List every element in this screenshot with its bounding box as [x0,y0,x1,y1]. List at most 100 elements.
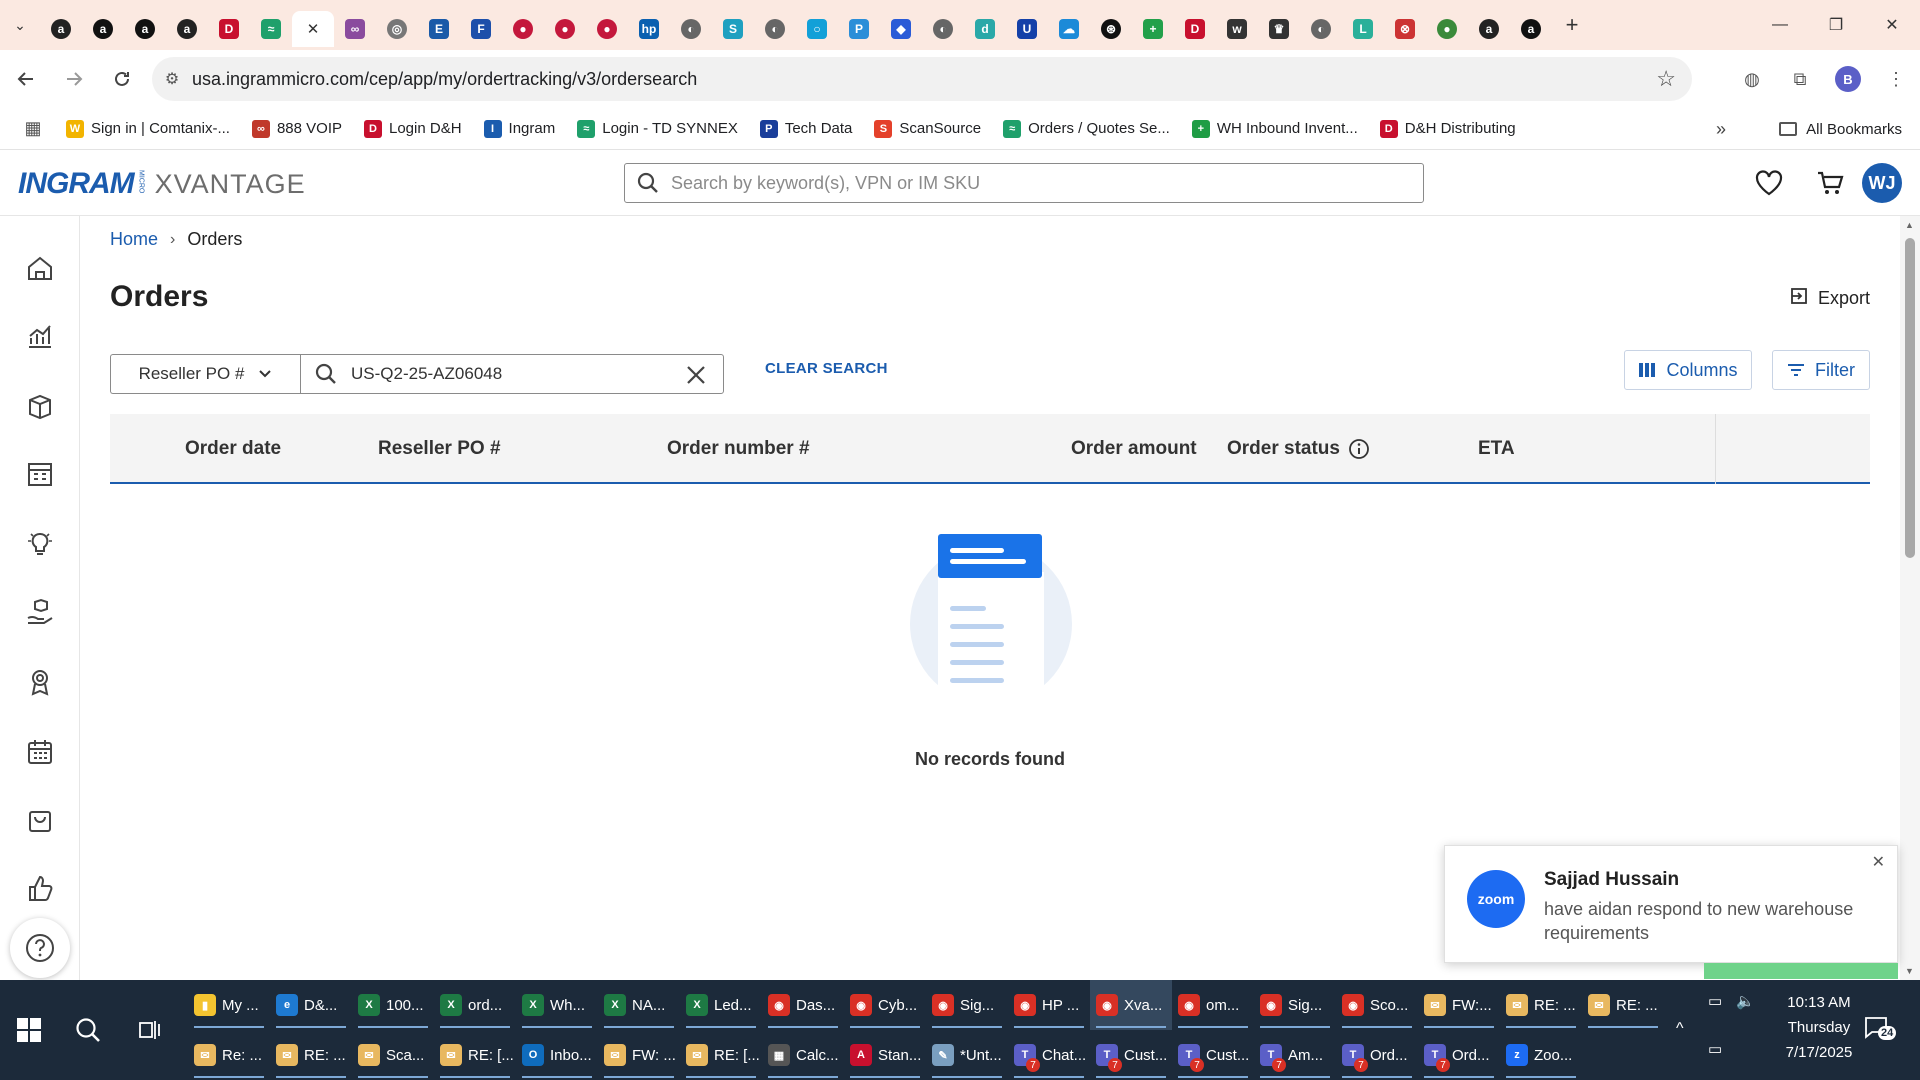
action-center-icon[interactable]: 24 [1864,1016,1904,1046]
po-search-input[interactable]: US-Q2-25-AZ06048 [300,354,724,394]
bookmark-item[interactable]: P Tech Data [759,119,852,138]
taskbar-app[interactable]: X Led... [680,980,762,1030]
insights-lightbulb-icon[interactable] [20,524,60,564]
taskbar-app[interactable]: z Zoo... [1500,1030,1582,1080]
shopping-bag-icon[interactable] [20,800,60,840]
browser-tab[interactable]: S [712,11,754,47]
bookmark-item[interactable]: + WH Inbound Invent... [1191,119,1358,138]
help-question-icon[interactable] [10,918,70,978]
browser-tab[interactable]: F [460,11,502,47]
windows-start-icon[interactable] [0,980,58,1080]
browser-tab[interactable]: ≈ [250,11,292,47]
browser-tab[interactable]: a [1468,11,1510,47]
bookmark-item[interactable]: ∞ 888 VOIP [251,119,342,138]
battery-icon[interactable]: ▭ [1708,992,1722,1010]
products-box-icon[interactable] [20,386,60,426]
taskbar-app[interactable]: ▮ My ... [188,980,270,1030]
taskbar-app[interactable]: ◉ Sig... [926,980,1008,1030]
browser-tab[interactable]: a [166,11,208,47]
browser-tab[interactable]: + [1132,11,1174,47]
zoom-chat-notification[interactable]: zoom Sajjad Hussain have aidan respond t… [1444,845,1898,963]
browser-tab[interactable]: D [1174,11,1216,47]
calendar-icon[interactable] [20,732,60,772]
browser-tab[interactable]: a [82,11,124,47]
browser-tab[interactable]: E [418,11,460,47]
taskbar-app[interactable]: ✉ RE: [... [434,1030,516,1080]
browser-tab[interactable]: a [124,11,166,47]
bookmark-item[interactable]: D D&H Distributing [1379,119,1516,138]
translate-globe-icon[interactable]: ◍ [1728,69,1776,90]
taskbar-app[interactable]: A Stan... [844,1030,926,1080]
export-button[interactable]: Export [1790,287,1870,310]
analytics-chart-icon[interactable] [20,316,60,356]
taskbar-app[interactable]: ◉ HP ... [1008,980,1090,1030]
browser-tab[interactable]: ◎ [376,11,418,47]
taskbar-app[interactable]: ✉ Re: ... [188,1030,270,1080]
taskbar-app[interactable]: T Cust... 7 [1090,1030,1172,1080]
address-bar[interactable]: ⚙ usa.ingrammicro.com/cep/app/my/ordertr… [152,57,1692,101]
show-hidden-icons-chevron-icon[interactable]: ^ [1676,1020,1684,1038]
taskbar-app[interactable]: X 100... [352,980,434,1030]
browser-tab[interactable]: ◐ [670,11,712,47]
browser-tab[interactable]: d [964,11,1006,47]
browser-tab[interactable]: ● [544,11,586,47]
taskbar-app[interactable]: ✉ RE: ... [1500,980,1582,1030]
new-tab-plus-icon[interactable]: + [1552,0,1592,50]
browser-tab[interactable]: a [1510,11,1552,47]
vendor-badge-icon[interactable] [20,662,60,702]
task-view-icon[interactable] [128,980,172,1080]
taskbar-app[interactable]: ✉ FW: ... [598,1030,680,1080]
browser-tab[interactable]: ⊛ [1090,11,1132,47]
bookmark-item[interactable]: ≈ Login - TD SYNNEX [577,119,738,138]
browser-tab[interactable]: a [40,11,82,47]
browser-tab[interactable]: ○ [796,11,838,47]
bookmark-item[interactable]: I Ingram [483,119,555,138]
browser-tab[interactable]: ● [1426,11,1468,47]
taskbar-app[interactable]: ✉ RE: [... [680,1030,762,1080]
page-scrollbar[interactable]: ▲ ▼ [1900,216,1920,980]
taskbar-app[interactable]: X Wh... [516,980,598,1030]
taskbar-app[interactable]: ◉ Cyb... [844,980,926,1030]
column-header-reseller-po[interactable]: Reseller PO # [378,438,501,460]
warehouse-building-icon[interactable] [20,454,60,494]
profile-avatar[interactable]: B [1835,66,1861,92]
taskbar-app[interactable]: ◉ Sco... [1336,980,1418,1030]
taskbar-app[interactable]: T Chat... 7 [1008,1030,1090,1080]
browser-tab[interactable]: ◐ [1300,11,1342,47]
browser-tab[interactable]: L [1342,11,1384,47]
breadcrumb-home-link[interactable]: Home [110,229,158,250]
clear-input-x-icon[interactable] [685,364,707,391]
restore-icon[interactable]: ❐ [1808,0,1864,50]
bookmark-item[interactable]: W Sign in | Comtanix-... [66,119,230,138]
clear-search-link[interactable]: CLEAR SEARCH [765,360,888,377]
browser-tab[interactable]: ◆ [880,11,922,47]
extensions-puzzle-icon[interactable]: ⧉ [1776,69,1824,90]
taskbar-app[interactable]: ◉ Xva... [1090,980,1172,1030]
forward-arrow-icon[interactable] [52,57,96,101]
apps-grid-icon[interactable]: ▦ [0,118,66,139]
browser-tab[interactable]: ● [586,11,628,47]
bookmark-item[interactable]: ≈ Orders / Quotes Se... [1003,119,1170,138]
taskbar-app[interactable]: ✎ *Unt... [926,1030,1008,1080]
browser-tab[interactable]: ✕ [292,11,334,47]
browser-tab[interactable]: w [1216,11,1258,47]
close-notification-icon[interactable]: ✕ [1872,852,1885,872]
taskbar-app[interactable]: Xord... [434,980,516,1030]
services-hand-box-icon[interactable] [20,592,60,632]
bookmark-item[interactable]: S ScanSource [874,119,981,138]
bookmark-item[interactable]: D Login D&H [364,119,462,138]
home-icon[interactable] [20,248,60,288]
column-header-order-amount[interactable]: Order amount [1071,438,1197,460]
taskbar-search-icon[interactable] [66,980,110,1080]
browser-tab[interactable]: D [208,11,250,47]
taskbar-app[interactable]: ◉ Das... [762,980,844,1030]
more-bookmarks-chevron-icon[interactable]: » [1716,108,1726,150]
back-arrow-icon[interactable] [4,57,48,101]
taskbar-app[interactable]: e D&... [270,980,352,1030]
scrollbar-thumb[interactable] [1905,238,1915,558]
close-tab-icon[interactable]: ✕ [307,20,320,38]
taskbar-app[interactable]: ◉ om... [1172,980,1254,1030]
info-icon[interactable] [1348,438,1370,460]
user-avatar[interactable]: WJ [1862,163,1902,203]
browser-tab[interactable]: ∞ [334,11,376,47]
